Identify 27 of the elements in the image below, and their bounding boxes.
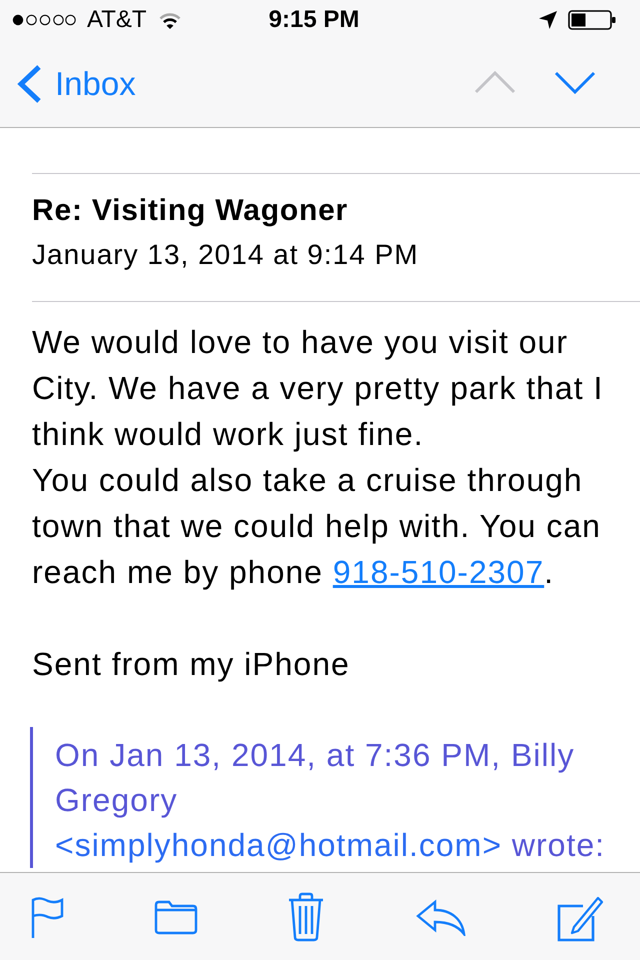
quoted-attribution: On Jan 13, 2014, at 7:36 PM, Billy Gregory <simplyhonda@hotmail.com> wrote: xyxy=(54,736,606,865)
message-text: You could also take a cruise through town that we could help with. You can reach me by phone 918-510-2307. xyxy=(32,461,602,592)
location-arrow-icon xyxy=(539,11,557,29)
flag-icon xyxy=(30,896,64,938)
signal-dots-icon xyxy=(12,14,76,26)
battery-icon xyxy=(568,10,616,30)
back-chevron-icon xyxy=(16,64,42,104)
folder-icon xyxy=(154,898,198,934)
clock-time: 9:15 PM xyxy=(268,6,360,34)
reply-arrow-icon xyxy=(414,898,466,936)
flag-button[interactable] xyxy=(30,896,64,938)
next-message-button[interactable] xyxy=(554,70,596,94)
trash-icon xyxy=(287,892,325,942)
phone-link[interactable]: 918-510-2307 xyxy=(332,554,544,590)
trash-button[interactable] xyxy=(287,892,325,942)
message-subject: Re: Visiting Wagoner xyxy=(32,193,350,229)
email-link[interactable]: <simplyhonda@hotmail.com> xyxy=(55,827,502,863)
message-text: We would love to have you visit our City. We have a very pretty park that I think would work just fine. xyxy=(32,323,604,454)
message-text: Sent from my iPhone xyxy=(32,645,351,684)
back-button[interactable]: Inbox xyxy=(16,64,136,104)
wifi-icon xyxy=(158,12,182,28)
move-to-folder-button[interactable] xyxy=(154,898,198,934)
down-chevron-icon xyxy=(554,70,596,94)
up-chevron-icon xyxy=(474,70,516,94)
carrier-name: AT&T xyxy=(87,6,147,34)
reply-button[interactable] xyxy=(414,898,466,936)
message-date: January 13, 2014 at 9:14 PM xyxy=(32,238,420,272)
